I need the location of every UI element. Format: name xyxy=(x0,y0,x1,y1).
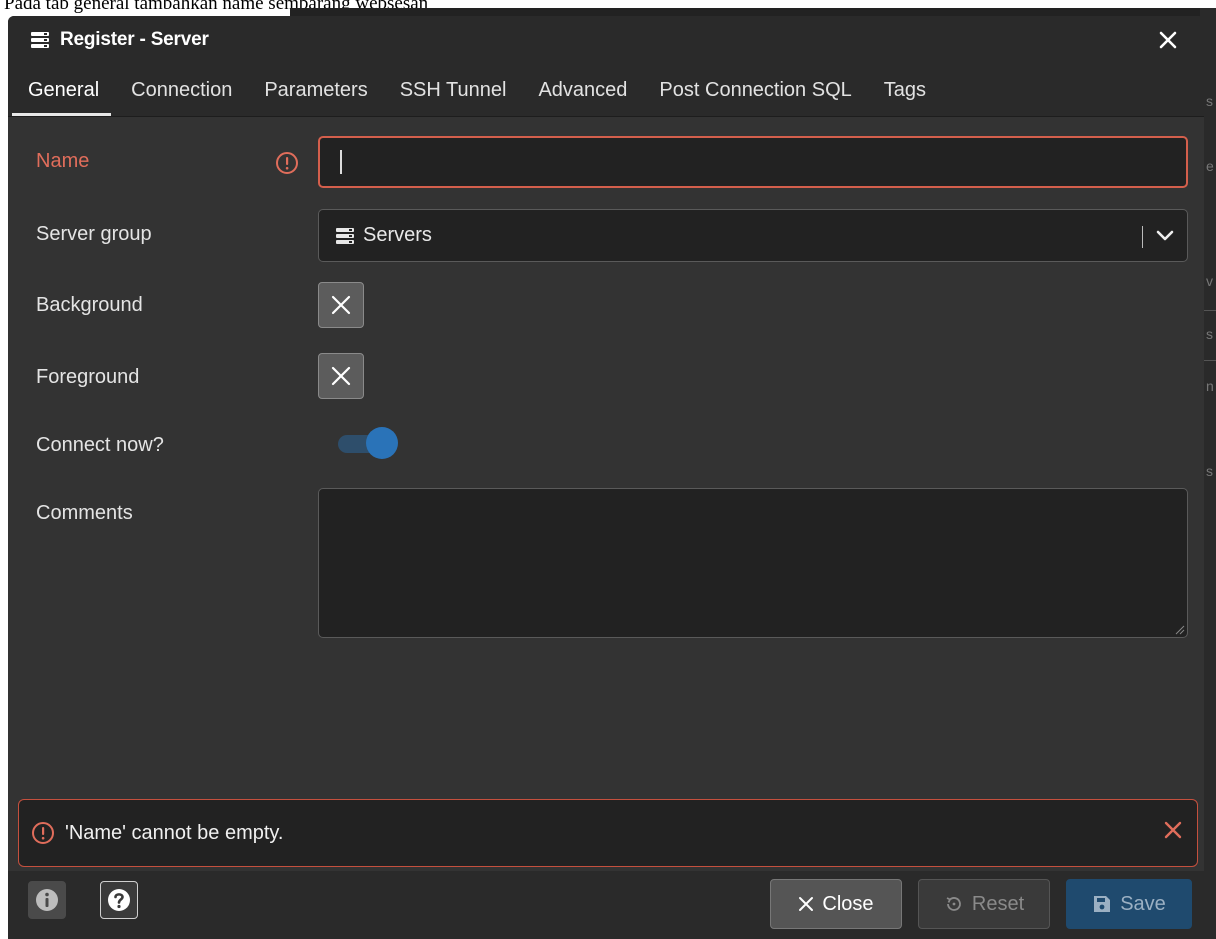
tab-tags[interactable]: Tags xyxy=(868,64,942,116)
connect-now-toggle[interactable] xyxy=(336,426,400,460)
close-icon xyxy=(799,897,814,911)
close-icon xyxy=(331,295,351,315)
close-button-label: Close xyxy=(822,892,874,915)
name-label: Name xyxy=(36,150,90,172)
reset-button-label: Reset xyxy=(971,892,1025,915)
edge-letter: s xyxy=(1206,463,1213,479)
edge-letter: v xyxy=(1206,273,1213,289)
select-divider xyxy=(1142,226,1143,248)
close-icon xyxy=(1159,31,1177,49)
server-group-value: Servers xyxy=(363,224,432,246)
dismiss-error-button[interactable] xyxy=(1163,820,1183,840)
background-color-picker[interactable] xyxy=(318,282,364,328)
info-button[interactable] xyxy=(28,881,66,919)
dialog-footer: Close Reset Save xyxy=(8,871,1204,939)
alert-circle-icon xyxy=(31,821,55,845)
tab-general[interactable]: General xyxy=(8,64,115,116)
server-group-select[interactable]: Servers xyxy=(318,209,1188,262)
dialog-close-button[interactable] xyxy=(1154,26,1182,54)
server-icon xyxy=(336,227,354,244)
close-icon xyxy=(331,366,351,386)
tab-bar: General Connection Parameters SSH Tunnel… xyxy=(8,64,1204,117)
background-label: Background xyxy=(36,294,143,316)
foreground-color-picker[interactable] xyxy=(318,353,364,399)
close-icon xyxy=(1164,821,1182,839)
tab-ssh-tunnel[interactable]: SSH Tunnel xyxy=(384,64,523,116)
edge-letter: e xyxy=(1206,158,1214,174)
toggle-knob xyxy=(366,427,398,459)
register-server-dialog: Register - Server General Connection Par… xyxy=(8,16,1204,939)
name-input[interactable] xyxy=(318,136,1188,188)
server-icon xyxy=(30,30,50,50)
connect-now-label: Connect now? xyxy=(36,434,164,456)
text-caret xyxy=(340,150,342,174)
foreground-label: Foreground xyxy=(36,366,140,388)
error-message: 'Name' cannot be empty. xyxy=(65,821,284,844)
tab-connection[interactable]: Connection xyxy=(115,64,248,116)
help-icon xyxy=(108,889,130,911)
error-message-bar: 'Name' cannot be empty. xyxy=(18,799,1198,867)
save-icon xyxy=(1094,896,1111,912)
edge-letter: s xyxy=(1206,326,1213,342)
resize-grip-icon[interactable] xyxy=(1175,625,1185,635)
tab-parameters[interactable]: Parameters xyxy=(248,64,383,116)
dialog-titlebar[interactable]: Register - Server xyxy=(8,16,1204,64)
chevron-down-icon[interactable] xyxy=(1155,228,1175,244)
reset-icon xyxy=(946,897,961,911)
edge-letter: s xyxy=(1206,93,1213,109)
save-button-label: Save xyxy=(1120,892,1166,915)
close-button[interactable]: Close xyxy=(770,879,902,929)
alert-circle-icon xyxy=(275,151,299,180)
comments-textarea[interactable] xyxy=(318,488,1188,638)
info-icon xyxy=(36,889,58,911)
save-button[interactable]: Save xyxy=(1066,879,1192,929)
tab-advanced[interactable]: Advanced xyxy=(522,64,643,116)
help-button[interactable] xyxy=(100,881,138,919)
edge-letter: n xyxy=(1206,378,1214,394)
reset-button[interactable]: Reset xyxy=(918,879,1050,929)
server-group-label: Server group xyxy=(36,223,152,245)
tab-post-connection-sql[interactable]: Post Connection SQL xyxy=(643,64,867,116)
dialog-title: Register - Server xyxy=(60,29,209,50)
comments-label: Comments xyxy=(36,502,133,524)
